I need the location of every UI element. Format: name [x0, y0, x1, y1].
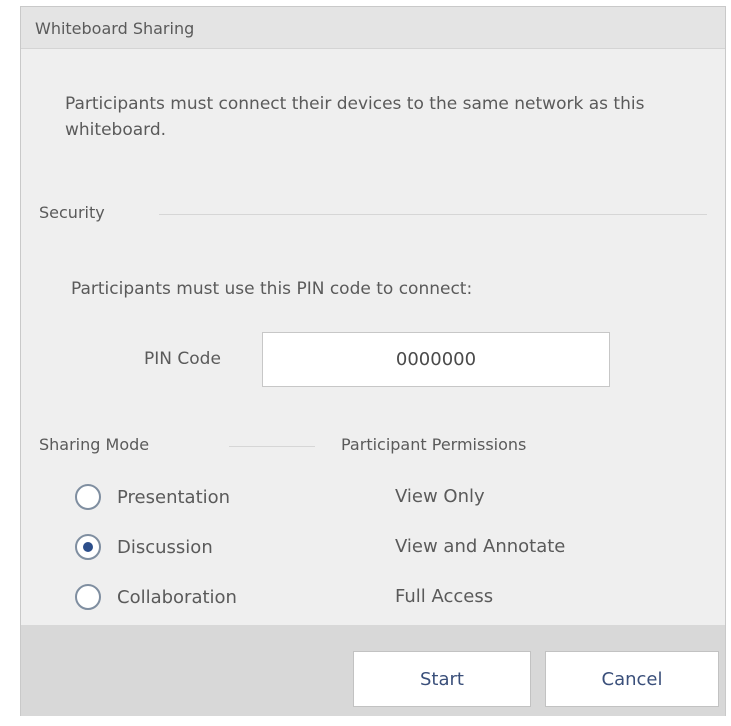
- radio-collaboration-label: Collaboration: [117, 586, 237, 608]
- radio-presentation-label: Presentation: [117, 486, 231, 508]
- permission-view-only: View Only: [395, 486, 485, 507]
- sharing-mode-divider: [229, 446, 315, 447]
- participant-permissions-heading: Participant Permissions: [341, 435, 527, 454]
- permission-full-access: Full Access: [395, 586, 494, 607]
- radio-discussion-indicator[interactable]: [75, 534, 101, 560]
- radio-collaboration[interactable]: Collaboration: [75, 581, 237, 613]
- permission-view-and-annotate: View and Annotate: [395, 536, 566, 557]
- intro-text: Participants must connect their devices …: [65, 94, 645, 140]
- radio-presentation-indicator[interactable]: [75, 484, 101, 510]
- security-heading: Security: [39, 203, 105, 222]
- security-divider: [159, 214, 707, 215]
- pin-instructions: Participants must use this PIN code to c…: [71, 279, 473, 299]
- pin-code-field[interactable]: [262, 332, 610, 387]
- sharing-mode-heading: Sharing Mode: [39, 435, 150, 454]
- pin-code-label: PIN Code: [144, 349, 221, 369]
- title-bar: Whiteboard Sharing: [21, 7, 725, 49]
- radio-discussion-label: Discussion: [117, 536, 213, 558]
- dialog-title: Whiteboard Sharing: [35, 19, 195, 38]
- whiteboard-sharing-dialog: Whiteboard Sharing Participants must con…: [20, 6, 726, 716]
- cancel-button[interactable]: Cancel: [545, 651, 719, 707]
- radio-presentation[interactable]: Presentation: [75, 481, 230, 513]
- radio-discussion[interactable]: Discussion: [75, 531, 213, 563]
- start-button[interactable]: Start: [353, 651, 531, 707]
- radio-collaboration-indicator[interactable]: [75, 584, 101, 610]
